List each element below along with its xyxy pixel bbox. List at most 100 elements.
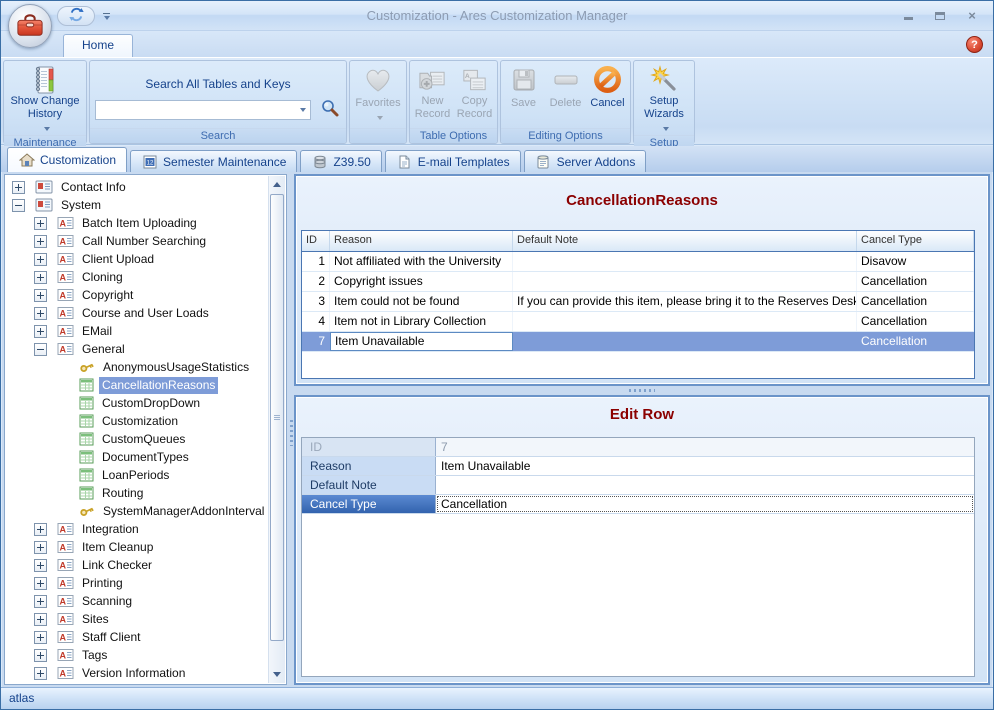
expander-plus-icon[interactable]: [34, 289, 47, 302]
cell-default-note[interactable]: [513, 252, 857, 271]
tree-item-customqueues[interactable]: CustomQueues: [6, 430, 268, 448]
search-input[interactable]: [95, 100, 311, 120]
tree-item-system[interactable]: System: [6, 196, 268, 214]
cell-default-note[interactable]: If you can provide this item, please bri…: [513, 292, 857, 311]
expander-plus-icon[interactable]: [34, 523, 47, 536]
tab-e-mail-templates[interactable]: E-mail Templates: [385, 150, 521, 172]
minimize-button[interactable]: [895, 7, 921, 24]
tab-semester-maintenance[interactable]: 12Semester Maintenance: [130, 150, 297, 172]
expander-plus-icon[interactable]: [34, 325, 47, 338]
expander-minus-icon[interactable]: [34, 343, 47, 356]
cell-reason[interactable]: Copyright issues: [330, 272, 513, 291]
table-row[interactable]: 2Copyright issuesCancellation: [302, 272, 974, 292]
maximize-button[interactable]: [927, 7, 953, 24]
tab-customization[interactable]: Customization: [7, 147, 127, 172]
column-header-reason[interactable]: Reason: [330, 231, 513, 251]
setup-wizards-button[interactable]: Setup Wizards: [635, 62, 693, 135]
customize-quick-access-caret-icon[interactable]: [103, 13, 110, 20]
tree-item-scanning[interactable]: AScanning: [6, 592, 268, 610]
expander-plus-icon[interactable]: [34, 253, 47, 266]
horizontal-splitter[interactable]: [294, 386, 990, 395]
tree-item-loanperiods[interactable]: LoanPeriods: [6, 466, 268, 484]
tree-item-customization[interactable]: Customization: [6, 412, 268, 430]
table-row[interactable]: 3Item could not be foundIf you can provi…: [302, 292, 974, 312]
cell-cancel-type[interactable]: Cancellation: [857, 332, 974, 351]
expander-plus-icon[interactable]: [34, 559, 47, 572]
field-value-cancel-type[interactable]: Cancellation: [436, 495, 974, 513]
cell-id[interactable]: 1: [302, 252, 330, 271]
tree-item-customdropdown[interactable]: CustomDropDown: [6, 394, 268, 412]
table-row[interactable]: 1Not affiliated with the University Disav…: [302, 252, 974, 272]
cell-cancel-type[interactable]: Disavow: [857, 252, 974, 271]
cell-default-note[interactable]: [513, 312, 857, 331]
cell-reason[interactable]: Item could not be found: [330, 292, 513, 311]
application-orb-button[interactable]: [8, 4, 52, 48]
expander-plus-icon[interactable]: [34, 631, 47, 644]
tree-item-printing[interactable]: APrinting: [6, 574, 268, 592]
scrollbar-thumb[interactable]: [270, 194, 284, 641]
show-change-history-button[interactable]: Show Change History: [5, 62, 85, 135]
search-go-button[interactable]: [318, 99, 342, 121]
tree-item-cancellationreasons[interactable]: CancellationReasons: [6, 376, 268, 394]
cell-id[interactable]: 4: [302, 312, 330, 331]
expander-plus-icon[interactable]: [34, 595, 47, 608]
tree-scrollbar[interactable]: [268, 176, 285, 683]
search-dropdown-caret-icon[interactable]: [300, 108, 306, 112]
expander-plus-icon[interactable]: [34, 667, 47, 680]
cell-reason[interactable]: Not affiliated with the University: [330, 252, 513, 271]
tree-item-tags[interactable]: ATags: [6, 646, 268, 664]
tree-item-documenttypes[interactable]: DocumentTypes: [6, 448, 268, 466]
tree-item-client-upload[interactable]: AClient Upload: [6, 250, 268, 268]
cell-default-note[interactable]: [513, 332, 857, 351]
tree-item-item-cleanup[interactable]: AItem Cleanup: [6, 538, 268, 556]
cell-default-note[interactable]: [513, 272, 857, 291]
expander-minus-icon[interactable]: [12, 199, 25, 212]
tree-item-link-checker[interactable]: ALink Checker: [6, 556, 268, 574]
tree-item-course-and-user-loads[interactable]: ACourse and User Loads: [6, 304, 268, 322]
tree-item-copyright[interactable]: ACopyright: [6, 286, 268, 304]
tree-item-sites[interactable]: ASites: [6, 610, 268, 628]
help-button[interactable]: ?: [966, 36, 983, 53]
expander-plus-icon[interactable]: [34, 217, 47, 230]
tab-server-addons[interactable]: Server Addons: [524, 150, 647, 172]
tab-home[interactable]: Home: [63, 34, 133, 57]
field-value-reason[interactable]: Item Unavailable: [436, 457, 974, 475]
tree-item-routing[interactable]: Routing: [6, 484, 268, 502]
column-header-cancel-type[interactable]: Cancel Type: [857, 231, 974, 251]
field-value-default-note[interactable]: [436, 476, 974, 494]
cell-reason[interactable]: Item Unavailable: [330, 332, 513, 351]
cell-cancel-type[interactable]: Cancellation: [857, 272, 974, 291]
cell-cancel-type[interactable]: Cancellation: [857, 312, 974, 331]
close-button[interactable]: ×: [959, 7, 985, 24]
scroll-down-button[interactable]: [269, 666, 285, 683]
table-row[interactable]: 4Item not in Library CollectionCancellat…: [302, 312, 974, 332]
cell-id[interactable]: 7: [302, 332, 330, 351]
cancel-button[interactable]: Cancel: [587, 62, 629, 128]
tree-item-contact-info[interactable]: Contact Info: [6, 178, 268, 196]
tree-item-staff-client[interactable]: AStaff Client: [6, 628, 268, 646]
column-header-id[interactable]: ID: [302, 231, 330, 251]
expander-plus-icon[interactable]: [34, 577, 47, 590]
tree-item-integration[interactable]: AIntegration: [6, 520, 268, 538]
cell-cancel-type[interactable]: Cancellation: [857, 292, 974, 311]
tree-item-batch-item-uploading[interactable]: ABatch Item Uploading: [6, 214, 268, 232]
expander-plus-icon[interactable]: [34, 613, 47, 626]
table-row[interactable]: 7Item Unavailable Cancellation: [302, 332, 974, 352]
scroll-up-button[interactable]: [269, 176, 285, 193]
tree-item-email[interactable]: AEMail: [6, 322, 268, 340]
expander-plus-icon[interactable]: [12, 181, 25, 194]
tree-item-cloning[interactable]: ACloning: [6, 268, 268, 286]
expander-plus-icon[interactable]: [34, 235, 47, 248]
tab-z39-50[interactable]: Z39.50: [300, 150, 381, 172]
tree-item-general[interactable]: AGeneral: [6, 340, 268, 358]
tree-item-systemmanageraddoninterval[interactable]: SystemManagerAddonInterval: [6, 502, 268, 520]
tree-item-user-authentication[interactable]: User Authentication: [6, 682, 268, 683]
column-header-default-note[interactable]: Default Note: [513, 231, 857, 251]
expander-plus-icon[interactable]: [34, 307, 47, 320]
expander-plus-icon[interactable]: [34, 271, 47, 284]
tree-item-call-number-searching[interactable]: ACall Number Searching: [6, 232, 268, 250]
expander-plus-icon[interactable]: [34, 649, 47, 662]
refresh-button[interactable]: [57, 6, 95, 26]
tree-item-anonymoususagestatistics[interactable]: AnonymousUsageStatistics: [6, 358, 268, 376]
field-value-id[interactable]: 7: [436, 438, 974, 456]
